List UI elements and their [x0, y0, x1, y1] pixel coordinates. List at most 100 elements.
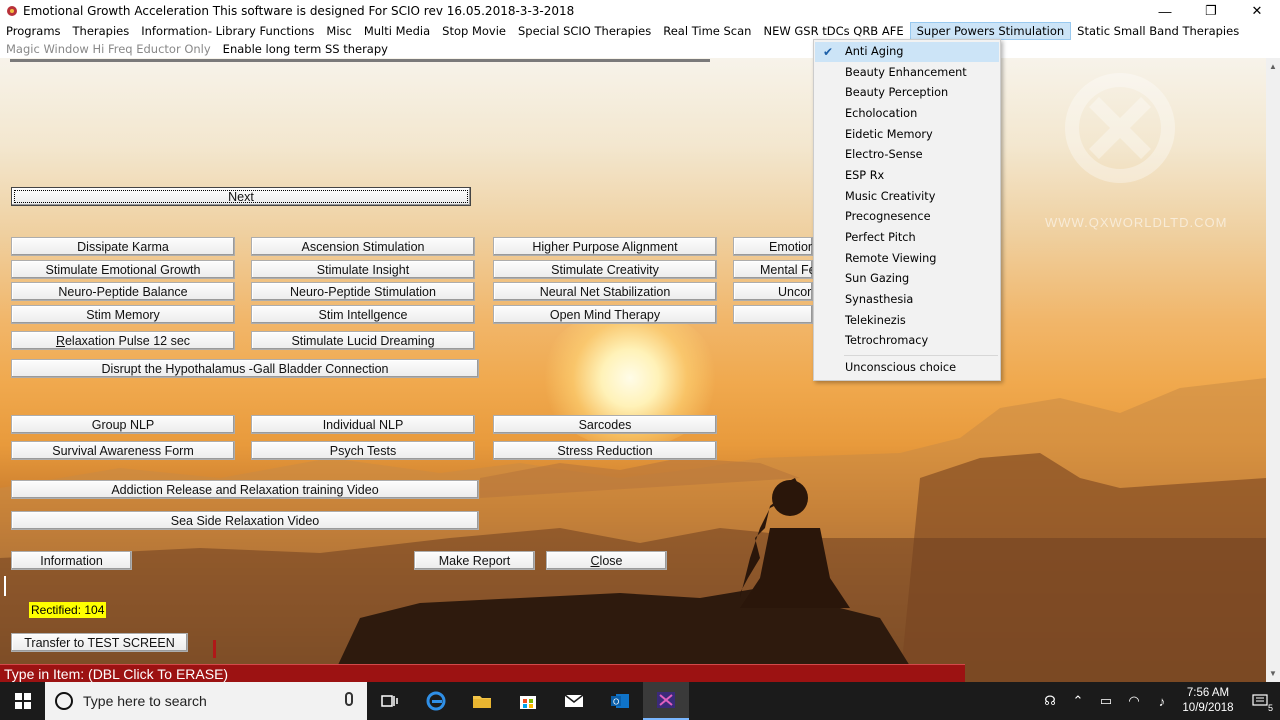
ascension-stimulation-button[interactable]: Ascension Stimulation	[251, 237, 475, 256]
emotion-button[interactable]: Emotior	[733, 237, 813, 256]
outlook-icon[interactable]: O	[597, 682, 643, 720]
search-placeholder: Type here to search	[83, 693, 207, 709]
menu-magic-window[interactable]: Magic Window Hi Freq Eductor Only	[0, 40, 217, 58]
dropdown-item-remote-viewing[interactable]: Remote Viewing	[815, 249, 999, 269]
open-mind-therapy-button[interactable]: Open Mind Therapy	[493, 305, 717, 324]
mental-button[interactable]: Mental Fe	[733, 260, 813, 279]
dropdown-item-perfect-pitch[interactable]: Perfect Pitch	[815, 228, 999, 248]
menu-static-small-band[interactable]: Static Small Band Therapies	[1071, 22, 1245, 40]
dropdown-item-beauty-perception[interactable]: Beauty Perception	[815, 83, 999, 103]
cortana-icon	[55, 692, 73, 710]
clock-date: 10/9/2018	[1182, 702, 1234, 714]
menu-information-library[interactable]: Information- Library Functions	[135, 22, 320, 40]
red-marker	[213, 640, 216, 658]
individual-nlp-button[interactable]: Individual NLP	[251, 415, 475, 434]
psych-tests-button[interactable]: Psych Tests	[251, 441, 475, 460]
addiction-video-button[interactable]: Addiction Release and Relaxation trainin…	[11, 480, 479, 499]
people-icon[interactable]: ☊	[1036, 682, 1064, 720]
stim-memory-button[interactable]: Stim Memory	[11, 305, 235, 324]
relaxation-pulse-button[interactable]: Relaxation Pulse 12 sec	[11, 331, 235, 350]
blank-button[interactable]	[733, 305, 813, 324]
rectified-label: Rectified: 104	[29, 602, 107, 618]
windows-start-icon[interactable]	[0, 682, 45, 720]
dropdown-item-eidetic-memory[interactable]: Eidetic Memory	[815, 125, 999, 145]
store-icon[interactable]	[505, 682, 551, 720]
dropdown-item-precognesence[interactable]: Precognesence	[815, 207, 999, 227]
menu-real-time-scan[interactable]: Real Time Scan	[657, 22, 757, 40]
system-tray: ☊ ⌃ ▭ ◠ ♪ 7:56 AM 10/9/2018 5	[1036, 682, 1280, 720]
close-window-button[interactable]: ✕	[1234, 0, 1280, 22]
neuro-peptide-stimulation-button[interactable]: Neuro-Peptide Stimulation	[251, 282, 475, 301]
dropdown-item-label: Anti Aging	[845, 45, 904, 58]
dropdown-item-echolocation[interactable]: Echolocation	[815, 104, 999, 124]
mail-icon[interactable]	[551, 682, 597, 720]
menu-multi-media[interactable]: Multi Media	[358, 22, 436, 40]
menu-special-scio-therapies[interactable]: Special SCIO Therapies	[512, 22, 657, 40]
dropdown-item-telekinezis[interactable]: Telekinezis	[815, 311, 999, 331]
notifications-icon[interactable]: 5	[1240, 682, 1280, 720]
battery-icon[interactable]: ▭	[1092, 682, 1120, 720]
maximize-button[interactable]: ❐	[1188, 0, 1234, 22]
scroll-up-icon[interactable]: ▲	[1266, 58, 1280, 75]
menu-programs[interactable]: Programs	[0, 22, 67, 40]
menu-stop-movie[interactable]: Stop Movie	[436, 22, 512, 40]
disrupt-hypothalamus-button[interactable]: Disrupt the Hypothalamus -Gall Bladder C…	[11, 359, 479, 378]
dropdown-item-music-creativity[interactable]: Music Creativity	[815, 187, 999, 207]
scroll-down-icon[interactable]: ▼	[1266, 665, 1280, 682]
task-view-icon[interactable]	[367, 682, 413, 720]
stimulate-insight-button[interactable]: Stimulate Insight	[251, 260, 475, 279]
vertical-scrollbar[interactable]: ▲ ▼	[1266, 58, 1280, 682]
stimulate-emotional-growth-button[interactable]: Stimulate Emotional Growth	[11, 260, 235, 279]
dropdown-item-anti-aging[interactable]: ✔ Anti Aging	[815, 42, 999, 62]
close-button[interactable]: Close	[546, 551, 667, 570]
seaside-video-button[interactable]: Sea Side Relaxation Video	[11, 511, 479, 530]
dropdown-item-sun-gazing[interactable]: Sun Gazing	[815, 269, 999, 289]
notification-count: 5	[1267, 703, 1273, 713]
dropdown-item-synasthesia[interactable]: Synasthesia	[815, 290, 999, 310]
menu-enable-long-term[interactable]: Enable long term SS therapy	[217, 40, 394, 58]
file-explorer-icon[interactable]	[459, 682, 505, 720]
dropdown-item-beauty-enhancement[interactable]: Beauty Enhancement	[815, 63, 999, 83]
stress-reduction-button[interactable]: Stress Reduction	[493, 441, 717, 460]
edge-browser-icon[interactable]	[413, 682, 459, 720]
next-button[interactable]: Next	[11, 187, 471, 206]
minimize-button[interactable]: —	[1142, 0, 1188, 22]
close-mnemonic: C	[590, 553, 600, 568]
wifi-icon[interactable]: ◠	[1120, 682, 1148, 720]
stimulate-creativity-button[interactable]: Stimulate Creativity	[493, 260, 717, 279]
unconscious-button[interactable]: Uncor	[733, 282, 813, 301]
neuro-peptide-balance-button[interactable]: Neuro-Peptide Balance	[11, 282, 235, 301]
dropdown-item-esp-rx[interactable]: ESP Rx	[815, 166, 999, 186]
sarcodes-button[interactable]: Sarcodes	[493, 415, 717, 434]
dropdown-item-tetrochromacy[interactable]: Tetrochromacy	[815, 331, 999, 351]
transfer-test-screen-button[interactable]: Transfer to TEST SCREEN	[11, 633, 188, 652]
dropdown-item-unconscious-choice[interactable]: Unconscious choice	[815, 358, 999, 378]
information-button[interactable]: Information	[11, 551, 132, 570]
higher-purpose-button[interactable]: Higher Purpose Alignment	[493, 237, 717, 256]
menu-row-2: Magic Window Hi Freq Eductor Only Enable…	[0, 40, 394, 58]
menu-new-gsr[interactable]: NEW GSR tDCs QRB AFE	[757, 22, 909, 40]
text-cursor-mark	[4, 576, 6, 596]
stimulate-lucid-dreaming-button[interactable]: Stimulate Lucid Dreaming	[251, 331, 475, 350]
microphone-icon[interactable]	[345, 692, 353, 706]
survival-awareness-button[interactable]: Survival Awareness Form	[11, 441, 235, 460]
neural-net-stabilization-button[interactable]: Neural Net Stabilization	[493, 282, 717, 301]
menu-misc[interactable]: Misc	[320, 22, 357, 40]
stim-intelligence-button[interactable]: Stim Intellgence	[251, 305, 475, 324]
scio-app-icon[interactable]	[643, 682, 689, 720]
dissipate-karma-button[interactable]: Dissipate Karma	[11, 237, 235, 256]
group-nlp-button[interactable]: Group NLP	[11, 415, 235, 434]
chevron-up-icon[interactable]: ⌃	[1064, 682, 1092, 720]
relaxation-pulse-mnemonic: R	[55, 333, 65, 348]
menu-super-powers-stimulation[interactable]: Super Powers Stimulation	[909, 22, 1072, 40]
close-label: lose	[599, 553, 623, 568]
item-input-bar[interactable]: Type in Item: (DBL Click To ERASE)	[0, 664, 965, 682]
volume-icon[interactable]: ♪	[1148, 682, 1176, 720]
relaxation-pulse-label: elaxation Pulse 12 sec	[64, 333, 191, 348]
make-report-button[interactable]: Make Report	[414, 551, 535, 570]
window-title: Emotional Growth Acceleration This softw…	[23, 4, 575, 18]
menu-therapies[interactable]: Therapies	[67, 22, 136, 40]
dropdown-item-electro-sense[interactable]: Electro-Sense	[815, 145, 999, 165]
taskbar-search-box[interactable]: Type here to search	[45, 682, 367, 720]
clock[interactable]: 7:56 AM 10/9/2018	[1176, 686, 1240, 716]
